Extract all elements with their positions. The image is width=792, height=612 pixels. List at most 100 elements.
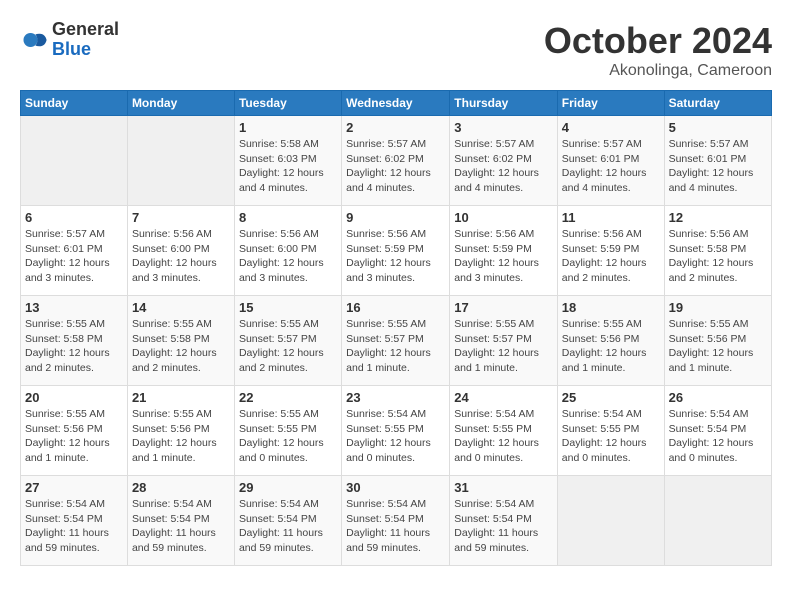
day-info: Sunrise: 5:54 AM Sunset: 5:54 PM Dayligh… — [25, 497, 123, 556]
table-row: 14 Sunrise: 5:55 AM Sunset: 5:58 PM Dayl… — [127, 296, 234, 386]
logo-icon — [20, 26, 48, 54]
header-thursday: Thursday — [450, 91, 558, 116]
day-number: 21 — [132, 390, 230, 405]
day-info: Sunrise: 5:58 AM Sunset: 6:03 PM Dayligh… — [239, 137, 337, 196]
table-row — [127, 116, 234, 206]
table-row: 12 Sunrise: 5:56 AM Sunset: 5:58 PM Dayl… — [664, 206, 771, 296]
day-info: Sunrise: 5:56 AM Sunset: 5:59 PM Dayligh… — [454, 227, 553, 286]
day-number: 7 — [132, 210, 230, 225]
day-info: Sunrise: 5:57 AM Sunset: 6:01 PM Dayligh… — [562, 137, 660, 196]
table-row: 20 Sunrise: 5:55 AM Sunset: 5:56 PM Dayl… — [21, 386, 128, 476]
calendar-table: Sunday Monday Tuesday Wednesday Thursday… — [20, 90, 772, 566]
table-row: 10 Sunrise: 5:56 AM Sunset: 5:59 PM Dayl… — [450, 206, 558, 296]
header-tuesday: Tuesday — [234, 91, 341, 116]
month-title: October 2024 — [544, 20, 772, 62]
day-number: 14 — [132, 300, 230, 315]
day-number: 17 — [454, 300, 553, 315]
header-monday: Monday — [127, 91, 234, 116]
day-info: Sunrise: 5:55 AM Sunset: 5:57 PM Dayligh… — [454, 317, 553, 376]
day-info: Sunrise: 5:56 AM Sunset: 5:58 PM Dayligh… — [669, 227, 767, 286]
header-wednesday: Wednesday — [342, 91, 450, 116]
table-row — [664, 476, 771, 566]
day-number: 30 — [346, 480, 445, 495]
table-row — [557, 476, 664, 566]
logo: General Blue — [20, 20, 119, 60]
table-row: 16 Sunrise: 5:55 AM Sunset: 5:57 PM Dayl… — [342, 296, 450, 386]
table-row: 1 Sunrise: 5:58 AM Sunset: 6:03 PM Dayli… — [234, 116, 341, 206]
header: General Blue October 2024 Akonolinga, Ca… — [20, 20, 772, 80]
day-number: 8 — [239, 210, 337, 225]
day-info: Sunrise: 5:54 AM Sunset: 5:54 PM Dayligh… — [669, 407, 767, 466]
day-number: 9 — [346, 210, 445, 225]
table-row: 5 Sunrise: 5:57 AM Sunset: 6:01 PM Dayli… — [664, 116, 771, 206]
day-number: 23 — [346, 390, 445, 405]
table-row: 9 Sunrise: 5:56 AM Sunset: 5:59 PM Dayli… — [342, 206, 450, 296]
table-row: 15 Sunrise: 5:55 AM Sunset: 5:57 PM Dayl… — [234, 296, 341, 386]
day-info: Sunrise: 5:54 AM Sunset: 5:54 PM Dayligh… — [346, 497, 445, 556]
table-row: 27 Sunrise: 5:54 AM Sunset: 5:54 PM Dayl… — [21, 476, 128, 566]
table-row: 23 Sunrise: 5:54 AM Sunset: 5:55 PM Dayl… — [342, 386, 450, 476]
calendar-header-row: Sunday Monday Tuesday Wednesday Thursday… — [21, 91, 772, 116]
day-number: 11 — [562, 210, 660, 225]
table-row: 4 Sunrise: 5:57 AM Sunset: 6:01 PM Dayli… — [557, 116, 664, 206]
day-info: Sunrise: 5:55 AM Sunset: 5:56 PM Dayligh… — [132, 407, 230, 466]
day-info: Sunrise: 5:54 AM Sunset: 5:54 PM Dayligh… — [454, 497, 553, 556]
day-number: 16 — [346, 300, 445, 315]
header-friday: Friday — [557, 91, 664, 116]
day-number: 3 — [454, 120, 553, 135]
day-number: 29 — [239, 480, 337, 495]
day-info: Sunrise: 5:56 AM Sunset: 6:00 PM Dayligh… — [132, 227, 230, 286]
table-row: 6 Sunrise: 5:57 AM Sunset: 6:01 PM Dayli… — [21, 206, 128, 296]
table-row: 21 Sunrise: 5:55 AM Sunset: 5:56 PM Dayl… — [127, 386, 234, 476]
day-info: Sunrise: 5:55 AM Sunset: 5:58 PM Dayligh… — [132, 317, 230, 376]
day-number: 18 — [562, 300, 660, 315]
table-row: 8 Sunrise: 5:56 AM Sunset: 6:00 PM Dayli… — [234, 206, 341, 296]
header-sunday: Sunday — [21, 91, 128, 116]
table-row: 17 Sunrise: 5:55 AM Sunset: 5:57 PM Dayl… — [450, 296, 558, 386]
day-number: 13 — [25, 300, 123, 315]
day-info: Sunrise: 5:55 AM Sunset: 5:58 PM Dayligh… — [25, 317, 123, 376]
day-number: 22 — [239, 390, 337, 405]
day-info: Sunrise: 5:55 AM Sunset: 5:56 PM Dayligh… — [669, 317, 767, 376]
day-info: Sunrise: 5:57 AM Sunset: 6:01 PM Dayligh… — [669, 137, 767, 196]
day-info: Sunrise: 5:54 AM Sunset: 5:55 PM Dayligh… — [562, 407, 660, 466]
logo-general-text: General — [52, 20, 119, 40]
day-number: 10 — [454, 210, 553, 225]
table-row: 29 Sunrise: 5:54 AM Sunset: 5:54 PM Dayl… — [234, 476, 341, 566]
table-row: 13 Sunrise: 5:55 AM Sunset: 5:58 PM Dayl… — [21, 296, 128, 386]
day-info: Sunrise: 5:56 AM Sunset: 6:00 PM Dayligh… — [239, 227, 337, 286]
table-row: 18 Sunrise: 5:55 AM Sunset: 5:56 PM Dayl… — [557, 296, 664, 386]
table-row: 2 Sunrise: 5:57 AM Sunset: 6:02 PM Dayli… — [342, 116, 450, 206]
day-info: Sunrise: 5:55 AM Sunset: 5:57 PM Dayligh… — [239, 317, 337, 376]
day-number: 19 — [669, 300, 767, 315]
title-area: October 2024 Akonolinga, Cameroon — [544, 20, 772, 80]
day-info: Sunrise: 5:56 AM Sunset: 5:59 PM Dayligh… — [346, 227, 445, 286]
day-info: Sunrise: 5:57 AM Sunset: 6:02 PM Dayligh… — [454, 137, 553, 196]
day-info: Sunrise: 5:54 AM Sunset: 5:55 PM Dayligh… — [346, 407, 445, 466]
header-saturday: Saturday — [664, 91, 771, 116]
day-number: 4 — [562, 120, 660, 135]
table-row: 19 Sunrise: 5:55 AM Sunset: 5:56 PM Dayl… — [664, 296, 771, 386]
day-info: Sunrise: 5:56 AM Sunset: 5:59 PM Dayligh… — [562, 227, 660, 286]
day-info: Sunrise: 5:54 AM Sunset: 5:55 PM Dayligh… — [454, 407, 553, 466]
table-row: 11 Sunrise: 5:56 AM Sunset: 5:59 PM Dayl… — [557, 206, 664, 296]
day-number: 24 — [454, 390, 553, 405]
day-number: 5 — [669, 120, 767, 135]
day-number: 28 — [132, 480, 230, 495]
day-number: 31 — [454, 480, 553, 495]
day-number: 20 — [25, 390, 123, 405]
day-number: 1 — [239, 120, 337, 135]
table-row: 25 Sunrise: 5:54 AM Sunset: 5:55 PM Dayl… — [557, 386, 664, 476]
day-info: Sunrise: 5:55 AM Sunset: 5:56 PM Dayligh… — [562, 317, 660, 376]
day-number: 27 — [25, 480, 123, 495]
day-info: Sunrise: 5:57 AM Sunset: 6:02 PM Dayligh… — [346, 137, 445, 196]
day-number: 25 — [562, 390, 660, 405]
day-info: Sunrise: 5:54 AM Sunset: 5:54 PM Dayligh… — [132, 497, 230, 556]
table-row: 22 Sunrise: 5:55 AM Sunset: 5:55 PM Dayl… — [234, 386, 341, 476]
table-row: 30 Sunrise: 5:54 AM Sunset: 5:54 PM Dayl… — [342, 476, 450, 566]
location-title: Akonolinga, Cameroon — [544, 62, 772, 80]
table-row: 24 Sunrise: 5:54 AM Sunset: 5:55 PM Dayl… — [450, 386, 558, 476]
day-number: 6 — [25, 210, 123, 225]
day-number: 15 — [239, 300, 337, 315]
day-info: Sunrise: 5:54 AM Sunset: 5:54 PM Dayligh… — [239, 497, 337, 556]
